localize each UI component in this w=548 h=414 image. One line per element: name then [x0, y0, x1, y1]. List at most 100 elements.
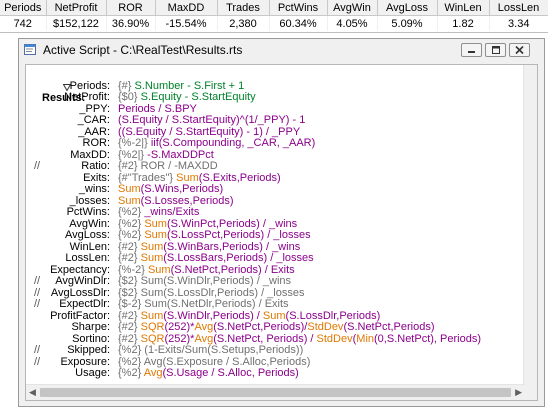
script-line[interactable]: LossLen: {#2} Sum(S.LossBars,Periods) / _…	[28, 252, 526, 264]
script-line[interactable]: _CAR: (S.Equity / S.StartEquity)^(1/_PPY)…	[28, 114, 526, 126]
script-line[interactable]: Periods: {#} S.Number - S.First + 1	[28, 80, 526, 92]
token: {%2}	[118, 217, 145, 230]
col-header[interactable]: MaxDD	[154, 0, 218, 16]
field-label: Ratio:	[81, 160, 110, 172]
token: (0,S.NetPct), Periods)	[374, 332, 481, 345]
token: {%2}	[118, 229, 145, 241]
script-line[interactable]: Sortino: {#2} SQR(252)*Avg(S.NetPct, Peri…	[28, 333, 526, 345]
token: (S.Exits,Periods)	[198, 171, 281, 184]
script-line[interactable]: ROR: {%-2|} iif(S.Compounding, _CAR, _AAR…	[28, 137, 526, 149]
script-line[interactable]: ProfitFactor: {#2} Sum(S.WinDlr,Periods) …	[28, 310, 526, 322]
token: Sum	[176, 171, 199, 184]
stat-value: 60.34%	[268, 15, 327, 31]
script-line[interactable]: //ExpectDlr: {$-2} Sum(S.NetDlr,Periods) …	[28, 298, 526, 310]
close-button[interactable]	[509, 43, 530, 57]
script-line[interactable]: _wins: Sum(S.Wins,Periods)	[28, 183, 526, 195]
token: (252)*	[164, 321, 195, 333]
script-line[interactable]: //AvgLossDlr: {$2} Sum(S.LossDlr,Periods)…	[28, 287, 526, 299]
code-area[interactable]: Results: Periods: {#} S.Number - S.First …	[28, 67, 526, 381]
scroll-left-icon[interactable]: ◀	[29, 385, 36, 400]
active-script-window[interactable]: Active Script - C:\RealTest\Results.rts …	[18, 38, 545, 407]
stat-value: 1.82	[436, 15, 489, 31]
col-header[interactable]: WinLen	[436, 0, 490, 16]
col-header[interactable]: ROR	[105, 0, 156, 16]
stat-value: $152,122	[45, 15, 106, 31]
script-line[interactable]: //Skipped: {%2} (1-Exits/Sum(S.Setups,Per…	[28, 344, 526, 356]
col-header[interactable]: AvgLoss	[376, 0, 438, 16]
vertical-scrollbar[interactable]	[523, 65, 537, 386]
token: (S.NetPct,Periods)/	[213, 321, 308, 333]
col-header[interactable]: LossLen	[488, 0, 548, 16]
field-label: Skipped:	[67, 344, 110, 356]
script-line[interactable]: Usage: {%2} Avg(S.Usage / S.Alloc, Period…	[28, 367, 526, 379]
script-line[interactable]: WinLen: {#2} Sum(S.WinBars,Periods) / _wi…	[28, 241, 526, 253]
scroll-thumb[interactable]	[40, 388, 511, 397]
script-line[interactable]: //AvgWinDlr: {$2} Sum(S.WinDlr,Periods) /…	[28, 275, 526, 287]
window-titlebar[interactable]: Active Script - C:\RealTest\Results.rts	[19, 39, 544, 61]
field-expression: {%2} Avg(S.Usage / S.Alloc, Periods)	[118, 367, 299, 379]
field-label: Exposure:	[60, 355, 110, 368]
scroll-right-icon[interactable]: ▶	[515, 385, 522, 400]
field-expression: {%2} Sum(S.WinPct,Periods) / _wins	[118, 218, 297, 230]
col-header[interactable]: Trades	[216, 0, 270, 16]
token: Sum	[140, 309, 164, 322]
script-line[interactable]: //Ratio: {#2} ROR / -MAXDD	[28, 160, 526, 172]
field-expression: Sum(S.Losses,Periods)	[118, 195, 234, 207]
field-label: Sortino:	[72, 332, 110, 345]
field-expression: {%-2|} iif(S.Compounding, _CAR, _AAR)	[118, 137, 315, 149]
stat-value: -15.54%	[154, 15, 217, 31]
script-line[interactable]: _PPY: Periods / S.BPY	[28, 103, 526, 115]
token: {$-2} Sum(S.NetDlr,Periods) / Exits	[118, 298, 289, 310]
minimize-button[interactable]	[461, 43, 482, 57]
scroll-corner	[524, 385, 537, 400]
field-label: _wins:	[78, 183, 110, 195]
script-line[interactable]: AvgLoss: {%2} Sum(S.LossPct,Periods) / _l…	[28, 229, 526, 241]
token: (S.WinPct,Periods) / _wins	[166, 217, 298, 230]
script-line[interactable]: NetProfit: {$0} S.Equity - S.StartEquity	[28, 91, 526, 103]
token: S.Number - S.First + 1	[134, 79, 245, 92]
script-line[interactable]: Exits: {#"Trades"} Sum(S.Exits,Periods)	[28, 172, 526, 184]
field-expression: {#2} SQR(252)*Avg(S.NetPct, Periods) / S…	[118, 333, 481, 345]
token: (S.NetPct,Periods) / Exits	[170, 263, 295, 276]
script-line[interactable]: Expectancy: {%-2} Sum(S.NetPct,Periods) /…	[28, 264, 526, 276]
stats-value-row[interactable]: 742 $152,122 36.90% -15.54% 2,380 60.34%…	[0, 15, 548, 31]
script-line[interactable]: AvgWin: {%2} Sum(S.WinPct,Periods) / _win…	[28, 218, 526, 230]
token: {#2}	[118, 321, 141, 333]
token: {%-2|}	[118, 137, 151, 149]
token: Sum	[118, 194, 141, 207]
script-line[interactable]: _AAR: ((S.Equity / S.StartEquity) - 1) / …	[28, 126, 526, 138]
script-line[interactable]: Sharpe: {#2} SQR(252)*Avg(S.NetPct,Period…	[28, 321, 526, 333]
field-expression: {%-2} Sum(S.NetPct,Periods) / Exits	[118, 264, 295, 276]
field-expression: {%2|} -S.MaxDDPct	[118, 149, 214, 161]
script-line[interactable]: //Exposure: {%2} Avg(S.Exposure / S.Alloc…	[28, 356, 526, 368]
horizontal-scrollbar[interactable]: ◀ ▶	[26, 384, 525, 400]
token: S.Equity - S.StartEquity	[140, 91, 256, 103]
col-header[interactable]: PctWins	[268, 0, 328, 16]
col-header[interactable]: AvgWin	[326, 0, 378, 16]
field-label: AvgWinDlr:	[55, 275, 110, 287]
token: {%2}	[118, 367, 144, 379]
maximize-button[interactable]	[485, 43, 506, 57]
field-label: WinLen:	[69, 240, 110, 253]
collapse-toggle-icon[interactable]	[32, 70, 71, 92]
token: {$2} Sum(S.LossDlr,Periods) / _losses	[118, 286, 305, 299]
token: -S.MaxDDPct	[147, 148, 214, 161]
field-label: Usage:	[75, 367, 110, 379]
col-header[interactable]: Periods	[0, 0, 47, 16]
script-line[interactable]: MaxDD: {%2|} -S.MaxDDPct	[28, 149, 526, 161]
col-header[interactable]: NetProfit	[45, 0, 107, 16]
field-label: Exits:	[83, 171, 110, 184]
field-label: Expectancy:	[50, 263, 110, 276]
script-line[interactable]: PctWins: {%2} _wins/Exits	[28, 206, 526, 218]
field-label: ProfitFactor:	[50, 309, 110, 322]
field-expression: (S.Equity / S.StartEquity)^(1/_PPY) - 1	[118, 114, 305, 126]
token: (S.Equity / S.StartEquity)^(1/_PPY) - 1	[118, 114, 306, 126]
field-expression: {%2} _wins/Exits	[118, 206, 199, 218]
script-window-icon	[24, 44, 36, 55]
field-label: LossLen:	[65, 252, 110, 264]
script-editor[interactable]: Results: Periods: {#} S.Number - S.First …	[25, 64, 538, 401]
token: Min	[356, 332, 375, 345]
script-line[interactable]: _losses: Sum(S.Losses,Periods)	[28, 195, 526, 207]
field-expression: {#2} Sum(S.WinBars,Periods) / _wins	[118, 241, 300, 253]
token: Avg	[194, 321, 214, 333]
